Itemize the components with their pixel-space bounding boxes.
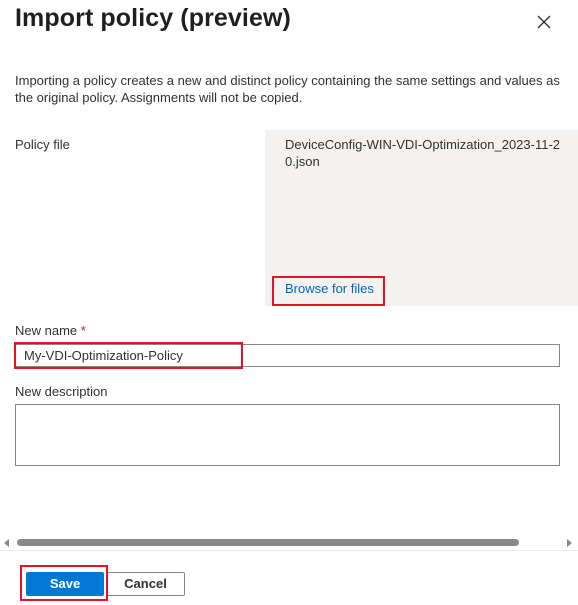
scrollbar-thumb[interactable] (17, 539, 519, 546)
scroll-left-arrow-icon[interactable] (4, 539, 9, 547)
panel-title: Import policy (preview) (15, 4, 291, 32)
close-button[interactable] (534, 12, 554, 32)
scroll-right-arrow-icon[interactable] (567, 539, 572, 547)
new-name-label-text: New name (15, 323, 78, 338)
new-name-input[interactable]: My-VDI-Optimization-Policy (15, 344, 560, 367)
browse-files-link[interactable]: Browse for files (285, 281, 374, 296)
save-button[interactable]: Save (26, 572, 104, 596)
new-name-label: New name * (15, 323, 86, 338)
policy-file-label: Policy file (15, 137, 70, 152)
selected-file-name: DeviceConfig-WIN-VDI-Optimization_2023-1… (285, 137, 561, 169)
cancel-button[interactable]: Cancel (106, 572, 185, 596)
file-drop-area[interactable]: DeviceConfig-WIN-VDI-Optimization_2023-1… (265, 130, 578, 306)
intro-text: Importing a policy creates a new and dis… (15, 73, 560, 105)
required-marker: * (80, 323, 86, 338)
new-description-label: New description (15, 384, 108, 399)
import-policy-panel: Import policy (preview) Importing a poli… (0, 0, 578, 605)
close-icon[interactable] (534, 12, 554, 32)
footer-divider (0, 550, 578, 551)
horizontal-scrollbar[interactable] (0, 536, 578, 549)
new-description-textarea[interactable] (15, 404, 560, 466)
